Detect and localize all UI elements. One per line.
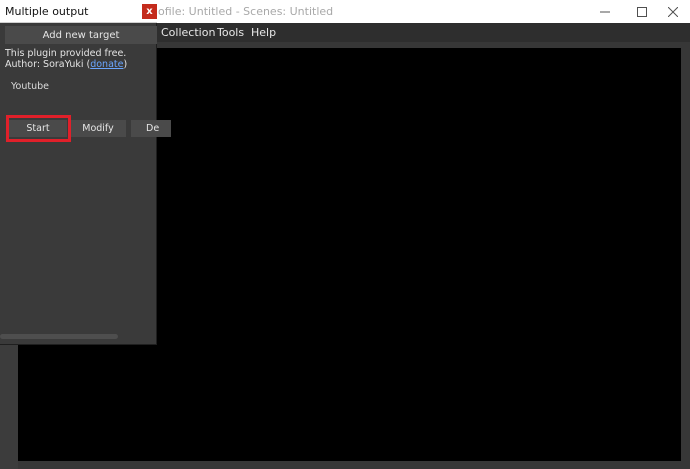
minimize-button[interactable] (588, 0, 622, 23)
start-button[interactable]: Start (9, 120, 67, 137)
main-window-title: ofile: Untitled - Scenes: Untitled (158, 5, 334, 18)
dialog-title-bar[interactable]: Multiple output x (0, 0, 157, 23)
author-suffix: ) (123, 59, 128, 70)
dialog-title: Multiple output (5, 5, 89, 18)
close-icon: x (146, 6, 153, 17)
menu-tools[interactable]: Tools (217, 23, 244, 42)
window-close-button[interactable] (656, 0, 690, 23)
dialog-horizontal-scrollbar[interactable] (0, 334, 118, 339)
delete-button[interactable]: De (131, 120, 171, 137)
left-panel-edge (0, 345, 18, 469)
multiple-output-dialog: Multiple output x Add new target This pl… (0, 0, 171, 345)
add-new-target-button[interactable]: Add new target (5, 26, 157, 44)
author-info-text: Author: SoraYuki (donate) (5, 59, 127, 70)
modify-button[interactable]: Modify (70, 120, 126, 137)
target-name-label: Youtube (11, 81, 49, 92)
author-prefix: Author: SoraYuki ( (5, 59, 91, 70)
plugin-info-text: This plugin provided free. (5, 48, 127, 59)
dialog-close-button[interactable]: x (142, 4, 157, 19)
menu-help[interactable]: Help (251, 23, 276, 42)
maximize-icon (637, 6, 647, 17)
menu-collection[interactable]: Collection (161, 23, 215, 42)
minimize-icon (600, 11, 610, 12)
donate-link[interactable]: donate (90, 59, 123, 70)
close-icon (668, 6, 678, 17)
maximize-button[interactable] (625, 0, 659, 23)
